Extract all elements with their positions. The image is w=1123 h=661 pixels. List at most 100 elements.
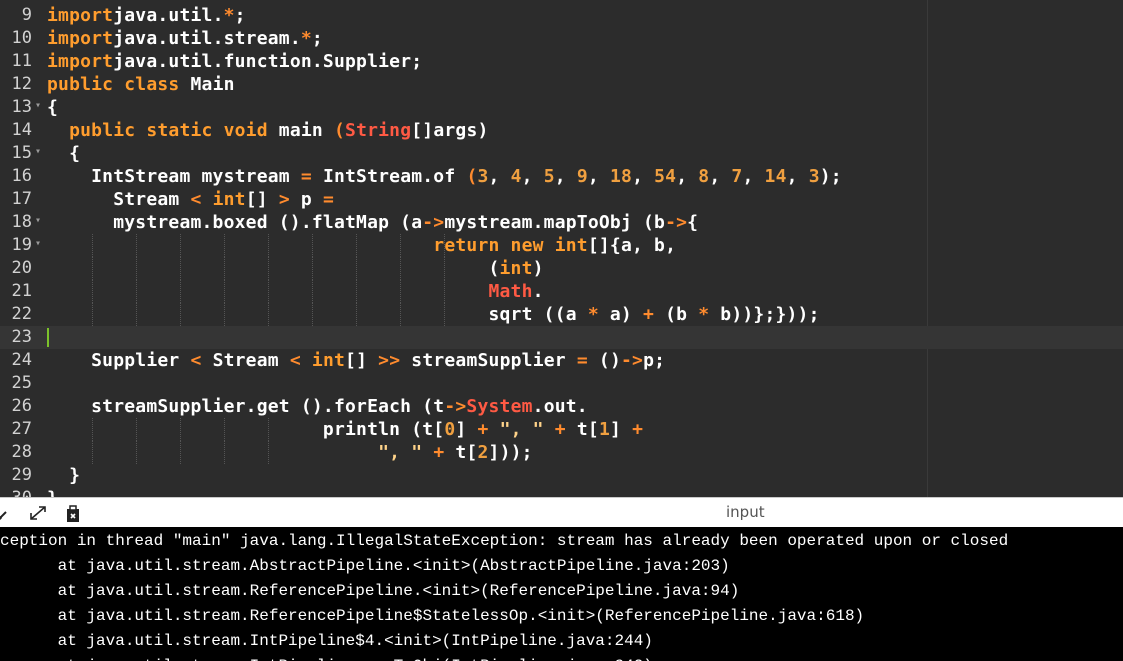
- code-line[interactable]: 24 Supplier < Stream < int[] >> streamSu…: [0, 349, 1123, 372]
- code-line[interactable]: 26 streamSupplier.get ().forEach (t->Sys…: [0, 395, 1123, 418]
- code-line[interactable]: 29 }: [0, 464, 1123, 487]
- code-line[interactable]: 14 public static void main (String[]args…: [0, 119, 1123, 142]
- code-token: +: [632, 419, 644, 440]
- code-token: ,: [554, 166, 577, 187]
- code-line[interactable]: 30}: [0, 487, 1123, 497]
- line-gutter: 14: [0, 119, 46, 142]
- code-token: Stream: [47, 189, 191, 210]
- code-text: public class Main: [47, 73, 235, 96]
- code-token: ->: [621, 350, 644, 371]
- code-line[interactable]: 28 ", " + t[2]));: [0, 441, 1123, 464]
- fold-toggle-icon[interactable]: ▾: [35, 94, 41, 117]
- code-text: println (t[0] + ", " + t[1] +: [47, 418, 643, 441]
- code-line[interactable]: 11 importjava.util.function.Supplier;: [0, 50, 1123, 73]
- code-token: b))};}));: [709, 304, 820, 325]
- code-token: import: [47, 51, 114, 72]
- code-line[interactable]: 13 ▾{: [0, 96, 1123, 119]
- code-line[interactable]: 10 importjava.util.stream.*;: [0, 27, 1123, 50]
- line-number: 25: [11, 373, 32, 393]
- code-token: import: [47, 28, 114, 49]
- code-token: java.util.stream.: [113, 28, 301, 49]
- code-line[interactable]: 17 Stream < int[] > p =: [0, 188, 1123, 211]
- code-token: ,: [742, 166, 765, 187]
- expand-icon[interactable]: [28, 504, 48, 526]
- code-token: (: [47, 258, 500, 279]
- code-text: IntStream mystream = IntStream.of (3, 4,…: [47, 165, 842, 188]
- code-line[interactable]: 19 ▾ return new int[]{a, b,: [0, 234, 1123, 257]
- line-gutter: 15 ▾: [0, 142, 46, 165]
- line-number: 20: [11, 258, 32, 278]
- fold-toggle-icon[interactable]: ▾: [35, 140, 41, 163]
- code-line[interactable]: 9 importjava.util.*;: [0, 4, 1123, 27]
- fold-toggle-icon[interactable]: ▾: [35, 209, 41, 232]
- code-token: int: [212, 189, 246, 210]
- line-gutter: 13 ▾: [0, 96, 46, 119]
- code-token: t[: [444, 442, 478, 463]
- line-gutter: 19 ▾: [0, 234, 46, 257]
- code-line[interactable]: 15 ▾ {: [0, 142, 1123, 165]
- code-editor[interactable]: 9 importjava.util.*; 10 importjava.util.str…: [0, 0, 1123, 497]
- code-token: ]));: [488, 442, 533, 463]
- line-gutter: 22: [0, 303, 46, 326]
- code-token: =: [300, 166, 312, 187]
- code-line[interactable]: 18 ▾ mystream.boxed ().flatMap (a ->mystre…: [0, 211, 1123, 234]
- code-text: public static void main (String[]args): [47, 119, 489, 142]
- line-number: 24: [11, 350, 32, 370]
- line-gutter: 9: [0, 4, 46, 27]
- code-line[interactable]: 22 sqrt ((a * a) + (b * b))};}));: [0, 303, 1123, 326]
- fold-toggle-icon[interactable]: ▾: [35, 232, 41, 255]
- code-token: Math: [488, 281, 533, 302]
- code-line[interactable]: 21 Math.: [0, 280, 1123, 303]
- code-token: {: [47, 97, 59, 118]
- line-gutter: 17: [0, 188, 46, 211]
- code-token: ->: [444, 396, 467, 417]
- code-token: +: [554, 419, 566, 440]
- code-token: ->: [665, 212, 688, 233]
- code-text: Supplier < Stream < int[] >> streamSuppl…: [47, 349, 665, 372]
- line-gutter: 20: [0, 257, 46, 280]
- code-token: 54: [654, 166, 677, 187]
- code-token: []args): [411, 120, 489, 141]
- code-line[interactable]: 23: [0, 326, 1123, 349]
- code-token: *: [587, 304, 599, 325]
- copy-icon[interactable]: [64, 504, 84, 528]
- code-token: =: [576, 350, 588, 371]
- line-number: 27: [11, 419, 32, 439]
- console-output[interactable]: ception in thread "main" java.lang.Illeg…: [0, 527, 1123, 661]
- code-token: println (t[: [47, 419, 445, 440]
- code-text: Math.: [47, 280, 544, 303]
- line-number: 22: [11, 304, 32, 324]
- code-token: int: [499, 258, 533, 279]
- code-line[interactable]: 25: [0, 372, 1123, 395]
- code-line[interactable]: 16 IntStream mystream = IntStream.of (3,…: [0, 165, 1123, 188]
- code-token: IntStream.of: [311, 166, 467, 187]
- code-token: =: [323, 189, 335, 210]
- code-token: }: [47, 465, 81, 486]
- code-token: 3: [477, 166, 489, 187]
- code-token: <: [190, 189, 202, 210]
- code-token: p: [289, 189, 323, 210]
- code-token: 4: [510, 166, 522, 187]
- code-token: 3: [808, 166, 820, 187]
- line-number: 16: [11, 166, 32, 186]
- code-token: (): [587, 350, 622, 371]
- line-number: 13: [11, 97, 32, 117]
- code-line[interactable]: 27 println (t[0] + ", " + t[1] +: [0, 418, 1123, 441]
- code-token: (: [466, 166, 478, 187]
- code-token: {: [47, 143, 81, 164]
- code-token: mystream.mapToObj (b: [444, 212, 666, 233]
- edit-icon[interactable]: [0, 504, 12, 526]
- code-token: mystream.boxed ().flatMap (a: [47, 212, 423, 233]
- line-gutter: 16: [0, 165, 46, 188]
- code-line[interactable]: 12 public class Main: [0, 73, 1123, 96]
- code-line[interactable]: 20 (int): [0, 257, 1123, 280]
- line-number: 30: [12, 487, 32, 497]
- line-number: 18: [11, 212, 32, 232]
- code-token: ", ": [378, 442, 423, 463]
- code-text: }: [47, 487, 58, 497]
- code-token: 8: [698, 166, 710, 187]
